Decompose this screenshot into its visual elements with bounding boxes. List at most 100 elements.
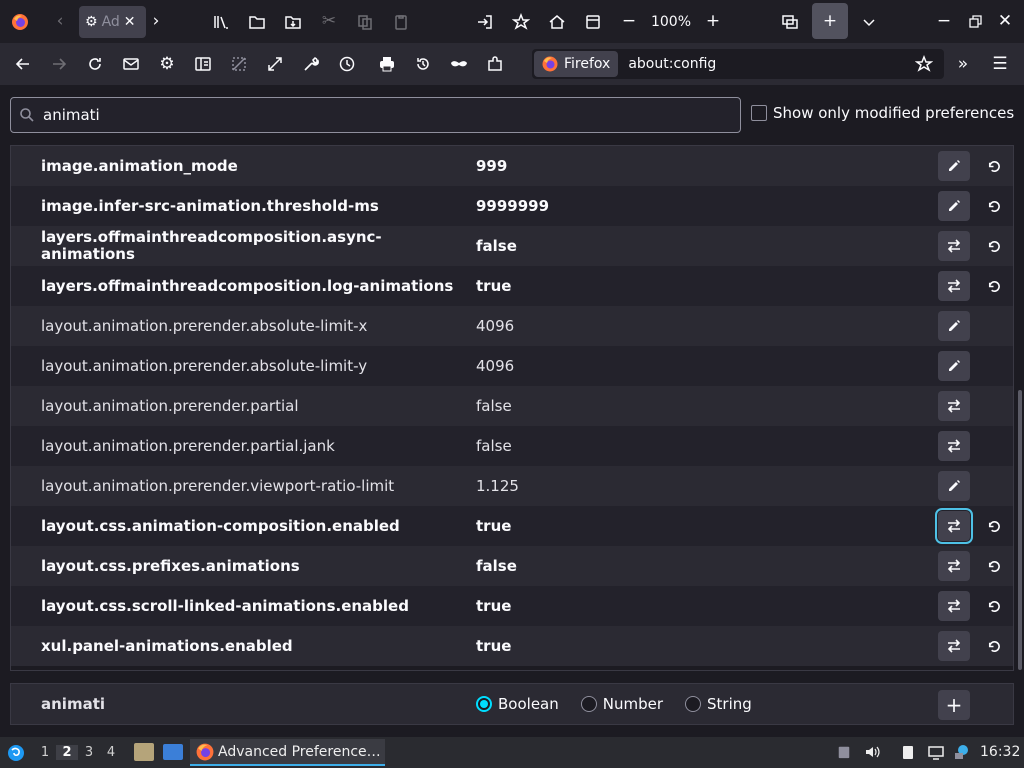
edit-pref-button[interactable]: [938, 311, 970, 341]
paste-icon[interactable]: [383, 4, 419, 40]
clock[interactable]: 16:32: [980, 744, 1020, 760]
list-all-tabs-icon[interactable]: [851, 4, 887, 40]
reload-icon[interactable]: [77, 46, 113, 82]
edit-pref-button[interactable]: [938, 351, 970, 381]
pref-row[interactable]: layout.animation.prerender.absolute-limi…: [11, 306, 1013, 346]
pref-row[interactable]: layers.offmainthreadcomposition.async- a…: [11, 226, 1013, 266]
show-modified-toggle[interactable]: Show only modified preferences: [751, 104, 1014, 122]
pref-row[interactable]: layout.animation.prerender.viewport-rati…: [11, 466, 1013, 506]
forward-icon[interactable]: [41, 46, 77, 82]
open-file-icon[interactable]: [239, 4, 275, 40]
tab-advanced-preferences[interactable]: ⚙ Ad ✕: [79, 6, 146, 38]
radio-boolean-dot[interactable]: [476, 696, 492, 712]
zoom-in-icon[interactable]: +: [695, 4, 731, 40]
zoom-level[interactable]: 100%: [647, 14, 695, 30]
cut-icon[interactable]: ✂: [311, 4, 347, 40]
back-icon[interactable]: [5, 46, 41, 82]
sign-in-icon[interactable]: [467, 4, 503, 40]
pref-row[interactable]: layout.animation.prerender.partial false: [11, 386, 1013, 426]
library-icon[interactable]: [203, 4, 239, 40]
tracking-protection-icon[interactable]: [221, 46, 257, 82]
pref-row[interactable]: layout.css.animation-composition.enabled…: [11, 506, 1013, 546]
save-page-icon[interactable]: [275, 4, 311, 40]
copy-icon[interactable]: [347, 4, 383, 40]
notes-tray-icon[interactable]: [898, 742, 918, 762]
email-link-icon[interactable]: [113, 46, 149, 82]
pref-row[interactable]: layout.css.scroll-linked-animations.enab…: [11, 586, 1013, 626]
developer-tools-icon[interactable]: [293, 46, 329, 82]
edit-pref-button[interactable]: [938, 471, 970, 501]
reset-pref-button[interactable]: [981, 631, 1005, 661]
workspace-4[interactable]: 4: [100, 745, 122, 760]
firefox-view-icon[interactable]: [2, 4, 38, 40]
toggle-pref-button[interactable]: [938, 551, 970, 581]
toggle-pref-button[interactable]: [938, 231, 970, 261]
clipboard-tray-icon[interactable]: [834, 742, 854, 762]
bookmark-star-icon[interactable]: [503, 4, 539, 40]
radio-number-dot[interactable]: [580, 696, 597, 712]
radio-string-dot[interactable]: [685, 696, 702, 712]
url-text[interactable]: about:config: [628, 56, 944, 72]
file-manager-icon[interactable]: [134, 743, 154, 761]
workspace-1[interactable]: 1: [34, 745, 56, 760]
app-launcher-icon[interactable]: [0, 738, 32, 768]
search-field[interactable]: [10, 97, 741, 133]
tab-scroll-right-icon[interactable]: ›: [138, 4, 174, 40]
toggle-pref-button[interactable]: [938, 391, 970, 421]
pref-row[interactable]: layout.css.prefixes.animations false: [11, 546, 1013, 586]
overflow-chevron-icon[interactable]: »: [945, 46, 981, 82]
taskbar-item-firefox[interactable]: Advanced Preference…: [190, 739, 385, 766]
settings-gear-icon[interactable]: ⚙: [149, 46, 185, 82]
extensions-icon[interactable]: [477, 46, 513, 82]
display-tray-icon[interactable]: [926, 742, 946, 762]
tab-scroll-left-icon[interactable]: ‹: [42, 4, 78, 40]
pref-row[interactable]: image.animation_mode 999: [11, 146, 1013, 186]
print-icon[interactable]: [369, 46, 405, 82]
add-preference-button[interactable]: +: [938, 690, 970, 720]
reset-pref-button[interactable]: [981, 511, 1005, 541]
reset-pref-button[interactable]: [981, 231, 1005, 261]
history-icon[interactable]: [329, 46, 365, 82]
reset-pref-button[interactable]: [981, 551, 1005, 581]
toggle-pref-button[interactable]: [935, 508, 973, 544]
new-tab-button[interactable]: +: [812, 3, 848, 39]
url-bar[interactable]: Firefox about:config: [532, 49, 944, 79]
pref-row[interactable]: layers.offmainthreadcomposition.log-anim…: [11, 266, 1013, 306]
app-menu-icon[interactable]: ☰: [982, 46, 1018, 82]
identity-box[interactable]: Firefox: [534, 51, 619, 77]
toggle-pref-button[interactable]: [938, 631, 970, 661]
workspace-2[interactable]: 2: [56, 745, 78, 760]
edit-pref-button[interactable]: [938, 191, 970, 221]
home-icon[interactable]: [539, 4, 575, 40]
workspace-3[interactable]: 3: [78, 745, 100, 760]
reset-pref-button[interactable]: [981, 191, 1005, 221]
reader-view-icon[interactable]: [185, 46, 221, 82]
bookmark-page-icon[interactable]: [906, 46, 942, 82]
private-browsing-icon[interactable]: [441, 46, 477, 82]
reset-pref-button[interactable]: [981, 591, 1005, 621]
type-radio-string[interactable]: String: [685, 695, 752, 713]
close-window-icon[interactable]: ✕: [987, 4, 1023, 40]
type-radio-number[interactable]: Number: [580, 695, 663, 713]
toggle-pref-button[interactable]: [938, 271, 970, 301]
toggle-pref-button[interactable]: [938, 431, 970, 461]
restore-session-icon[interactable]: [405, 46, 441, 82]
reset-pref-button[interactable]: [981, 151, 1005, 181]
reset-pref-button[interactable]: [981, 271, 1005, 301]
type-radio-boolean[interactable]: Boolean: [476, 695, 559, 713]
zoom-out-icon[interactable]: −: [611, 4, 647, 40]
volume-icon[interactable]: [862, 742, 882, 762]
pref-row[interactable]: layout.animation.prerender.partial.jank f…: [11, 426, 1013, 466]
toggle-pref-button[interactable]: [938, 591, 970, 621]
pref-row[interactable]: xul.panel-animations.enabled true: [11, 626, 1013, 666]
search-input[interactable]: [43, 106, 643, 124]
show-modified-checkbox[interactable]: [751, 105, 767, 121]
sidebar-window-icon[interactable]: [575, 4, 611, 40]
scrollbar-thumb[interactable]: [1018, 390, 1022, 670]
updates-tray-icon[interactable]: [952, 742, 972, 762]
show-desktop-icon[interactable]: [163, 744, 183, 760]
screenshot-icon[interactable]: [772, 4, 808, 40]
pref-row[interactable]: image.infer-src-animation.threshold-ms 99…: [11, 186, 1013, 226]
fullscreen-icon[interactable]: [257, 46, 293, 82]
pref-row[interactable]: layout.animation.prerender.absolute-limi…: [11, 346, 1013, 386]
